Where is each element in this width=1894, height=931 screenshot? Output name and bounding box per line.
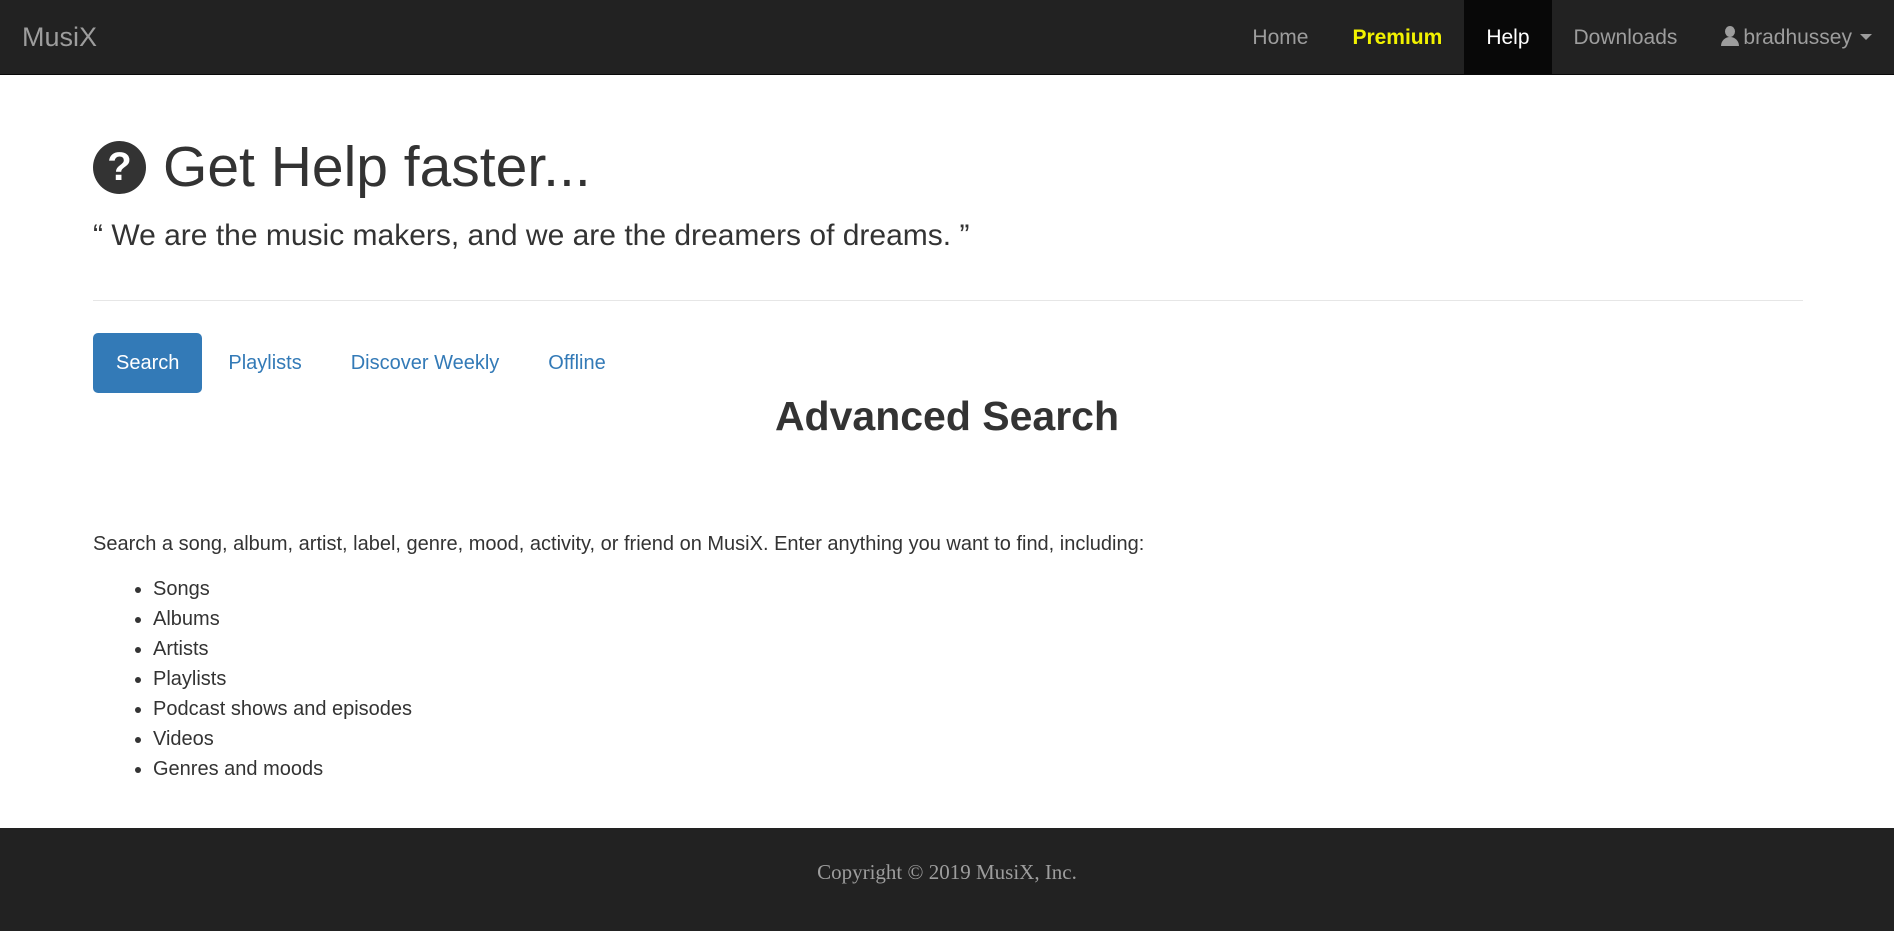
tab-search[interactable]: Search bbox=[93, 333, 203, 393]
nav-item-help[interactable]: Help bbox=[1464, 0, 1552, 75]
header-divider bbox=[93, 300, 1803, 301]
list-item: Albums bbox=[153, 604, 412, 634]
search-types-list: Songs Albums Artists Playlists Podcast s… bbox=[93, 574, 412, 784]
tab-playlists[interactable]: Playlists bbox=[205, 333, 324, 393]
section-intro: Search a song, album, artist, label, gen… bbox=[93, 533, 1145, 555]
footer-copyright: Copyright © 2019 MusiX, Inc. bbox=[817, 860, 1077, 884]
list-item: Podcast shows and episodes bbox=[153, 694, 412, 724]
list-item: Songs bbox=[153, 574, 412, 604]
nav-item-premium[interactable]: Premium bbox=[1330, 0, 1464, 75]
top-navbar: MusiX Home Premium Help Downloads bradhu… bbox=[0, 0, 1894, 75]
nav-item-downloads[interactable]: Downloads bbox=[1552, 0, 1700, 75]
question-circle-icon: ? bbox=[93, 140, 146, 194]
tab-discover-weekly[interactable]: Discover Weekly bbox=[328, 333, 523, 393]
page-title: ? Get Help faster... bbox=[93, 132, 591, 202]
header-quote: “ We are the music makers, and we are th… bbox=[93, 219, 970, 252]
caret-down-icon bbox=[1860, 34, 1872, 40]
user-name: bradhussey bbox=[1743, 26, 1852, 49]
nav-item-home[interactable]: Home bbox=[1230, 0, 1330, 75]
nav-menu: Home Premium Help Downloads bradhussey bbox=[1230, 0, 1894, 75]
user-menu-dropdown[interactable]: bradhussey bbox=[1699, 0, 1894, 75]
section-heading: Advanced Search bbox=[774, 393, 1120, 439]
list-item: Videos bbox=[153, 724, 412, 754]
tab-offline[interactable]: Offline bbox=[525, 333, 628, 393]
list-item: Playlists bbox=[153, 664, 412, 694]
list-item: Genres and moods bbox=[153, 754, 412, 784]
help-tabs: Search Playlists Discover Weekly Offline bbox=[93, 333, 632, 393]
user-icon bbox=[1721, 26, 1740, 46]
page-title-text: Get Help faster... bbox=[163, 135, 591, 199]
brand-logo[interactable]: MusiX bbox=[22, 0, 97, 75]
list-item: Artists bbox=[153, 634, 412, 664]
